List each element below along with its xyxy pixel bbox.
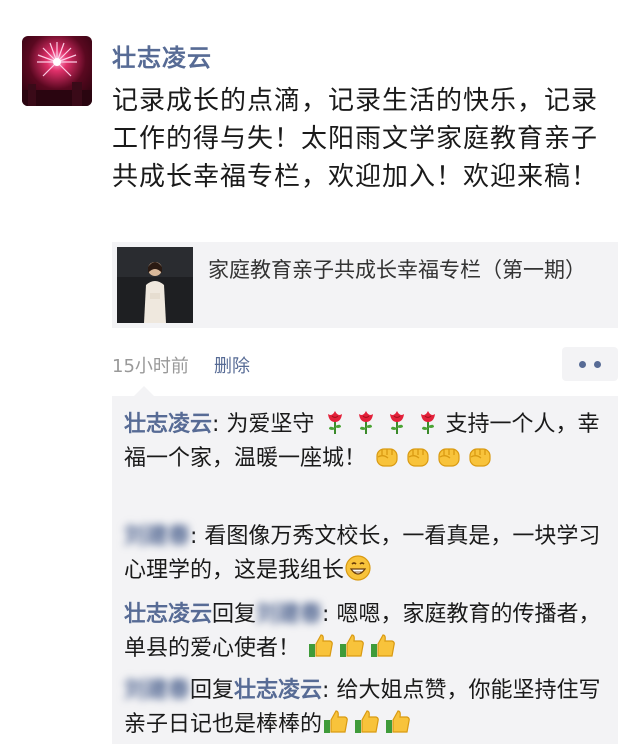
rose-icon: [414, 408, 442, 436]
post-time: 15小时前: [112, 356, 189, 377]
comment-item[interactable]: 刘建春回复壮志凌云: 给大姐点赞，你能坚持住写亲子日记也是棒棒的: [124, 674, 610, 742]
more-actions-button[interactable]: [562, 347, 618, 381]
fist-icon: [435, 442, 463, 470]
comment-author[interactable]: 壮志凌云: [124, 602, 212, 627]
reply-to[interactable]: 壮志凌云: [234, 678, 322, 703]
thumbs-up-icon: [338, 632, 366, 660]
reply-label: 回复: [212, 602, 257, 627]
post-author[interactable]: 壮志凌云: [112, 38, 212, 73]
rose-icon: [321, 408, 349, 436]
delete-link[interactable]: 删除: [214, 352, 250, 378]
fist-icon: [466, 442, 494, 470]
thumbs-up-icon: [307, 632, 335, 660]
comment-author-blurred[interactable]: 刘建春: [124, 674, 190, 708]
thumbs-up-icon: [353, 708, 381, 736]
comment-author[interactable]: 壮志凌云: [124, 412, 212, 437]
reply-to-blurred[interactable]: 刘建春: [256, 598, 322, 632]
thumbs-up-icon: [369, 632, 397, 660]
more-dots-icon-2: [594, 361, 601, 368]
fireworks-image: [22, 42, 92, 106]
grin-icon: [344, 554, 372, 582]
article-thumbnail: [117, 247, 193, 323]
more-dots-icon: [579, 361, 586, 368]
fist-icon: [404, 442, 432, 470]
rose-icon: [383, 408, 411, 436]
reply-label: 回复: [190, 678, 235, 703]
comment-item[interactable]: 壮志凌云回复刘建春: 嗯嗯，家庭教育的传播者，单县的爱心使者！: [124, 598, 610, 666]
comment-item[interactable]: 刘建春: 看图像万秀文校长，一看真是，一块学习心理学的，这是我组长: [124, 520, 610, 588]
fist-icon: [373, 442, 401, 470]
comment-item[interactable]: 壮志凌云: 为爱坚守 支持一个人，幸福一个家，温暖一座城！: [124, 408, 610, 476]
thumbs-up-icon: [322, 708, 350, 736]
avatar[interactable]: [22, 36, 92, 106]
comments-section: 壮志凌云: 为爱坚守 支持一个人，幸福一个家，温暖一座城！ 刘建春: 看图像万秀…: [112, 386, 618, 744]
rose-icon: [352, 408, 380, 436]
comment-author-blurred[interactable]: 刘建春: [124, 520, 190, 554]
comment-text: 为爱坚守: [226, 412, 315, 437]
article-title: 家庭教育亲子共成长幸福专栏（第一期）: [208, 258, 586, 282]
thumbs-up-icon: [384, 708, 412, 736]
shared-article-card[interactable]: 家庭教育亲子共成长幸福专栏（第一期）: [112, 242, 618, 328]
post-text: 记录成长的点滴，记录生活的快乐，记录工作的得与失！太阳雨文学家庭教育亲子共成长幸…: [112, 86, 599, 192]
